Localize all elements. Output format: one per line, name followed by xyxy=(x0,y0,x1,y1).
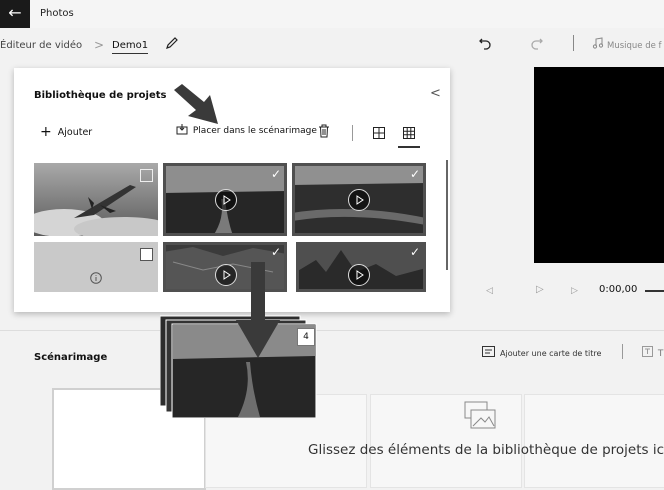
library-item-video[interactable]: ✓ xyxy=(292,163,426,236)
checkmark-icon[interactable]: ✓ xyxy=(410,167,420,181)
storyboard-slot[interactable] xyxy=(370,394,522,488)
play-icon xyxy=(215,189,237,211)
edit-name-pencil-icon[interactable] xyxy=(165,36,179,50)
app-title: Photos xyxy=(40,8,74,19)
redo-icon[interactable] xyxy=(530,36,544,50)
item-checkbox[interactable] xyxy=(140,248,153,261)
info-icon xyxy=(90,272,102,284)
library-title: Bibliothèque de projets xyxy=(34,90,167,101)
checkmark-icon[interactable]: ✓ xyxy=(410,245,420,259)
text-button[interactable]: T xyxy=(642,346,663,359)
section-divider xyxy=(0,330,664,331)
checkmark-icon[interactable]: ✓ xyxy=(271,245,281,259)
video-preview xyxy=(534,67,664,263)
library-item-video[interactable]: ✓ xyxy=(296,242,426,292)
storyboard-title: Scénarimage xyxy=(34,352,108,363)
active-view-indicator xyxy=(398,146,420,148)
undo-icon[interactable] xyxy=(478,36,492,50)
toolbar-divider xyxy=(352,125,353,141)
small-grid-view-icon[interactable] xyxy=(403,127,415,139)
item-checkbox[interactable] xyxy=(140,169,153,182)
media-drop-icon xyxy=(463,400,497,430)
breadcrumb-video-editor[interactable]: Éditeur de vidéo xyxy=(0,40,82,51)
plus-icon: + xyxy=(40,124,52,140)
play-button[interactable]: ▷ xyxy=(536,284,544,295)
library-scrollbar[interactable] xyxy=(446,160,448,270)
library-item-placeholder[interactable] xyxy=(34,242,158,292)
playback-time: 0:00,00 xyxy=(599,284,638,295)
timeline-scrubber[interactable] xyxy=(645,290,664,292)
drag-count-badge: 4 xyxy=(297,328,315,346)
toolbar-divider xyxy=(573,35,574,51)
next-frame-button[interactable]: ▷ xyxy=(571,286,578,296)
title-card-icon[interactable] xyxy=(482,346,495,357)
text-icon xyxy=(642,346,653,357)
back-button[interactable]: ← xyxy=(0,0,30,28)
large-grid-view-icon[interactable] xyxy=(373,127,385,139)
background-music-button[interactable]: Musique de f xyxy=(607,41,662,51)
play-icon xyxy=(348,264,370,286)
music-note-icon[interactable] xyxy=(592,37,604,49)
project-name[interactable]: Demo1 xyxy=(112,40,149,54)
storyboard-drop-hint: Glissez des éléments de la bibliothèque … xyxy=(308,442,664,458)
trash-icon[interactable] xyxy=(318,124,330,138)
library-item-jet-image[interactable] xyxy=(34,163,158,236)
add-title-card-button[interactable]: Ajouter une carte de titre xyxy=(500,349,601,358)
add-label: Ajouter xyxy=(57,127,93,138)
tutorial-down-arrow-icon xyxy=(234,262,282,360)
title-bar xyxy=(0,0,664,28)
play-icon xyxy=(348,189,370,211)
text-button-label: T xyxy=(657,349,664,359)
library-item-video[interactable]: ✓ xyxy=(163,163,287,236)
tutorial-arrow-icon xyxy=(172,82,224,128)
breadcrumb-separator: > xyxy=(94,38,105,52)
checkmark-icon[interactable]: ✓ xyxy=(271,167,281,181)
toolbar-divider xyxy=(622,344,623,359)
previous-frame-button[interactable]: ◁ xyxy=(486,286,493,296)
storyboard-slot[interactable] xyxy=(524,394,664,488)
add-button[interactable]: + Ajouter xyxy=(40,124,92,140)
collapse-chevron-icon[interactable]: < xyxy=(430,86,441,101)
